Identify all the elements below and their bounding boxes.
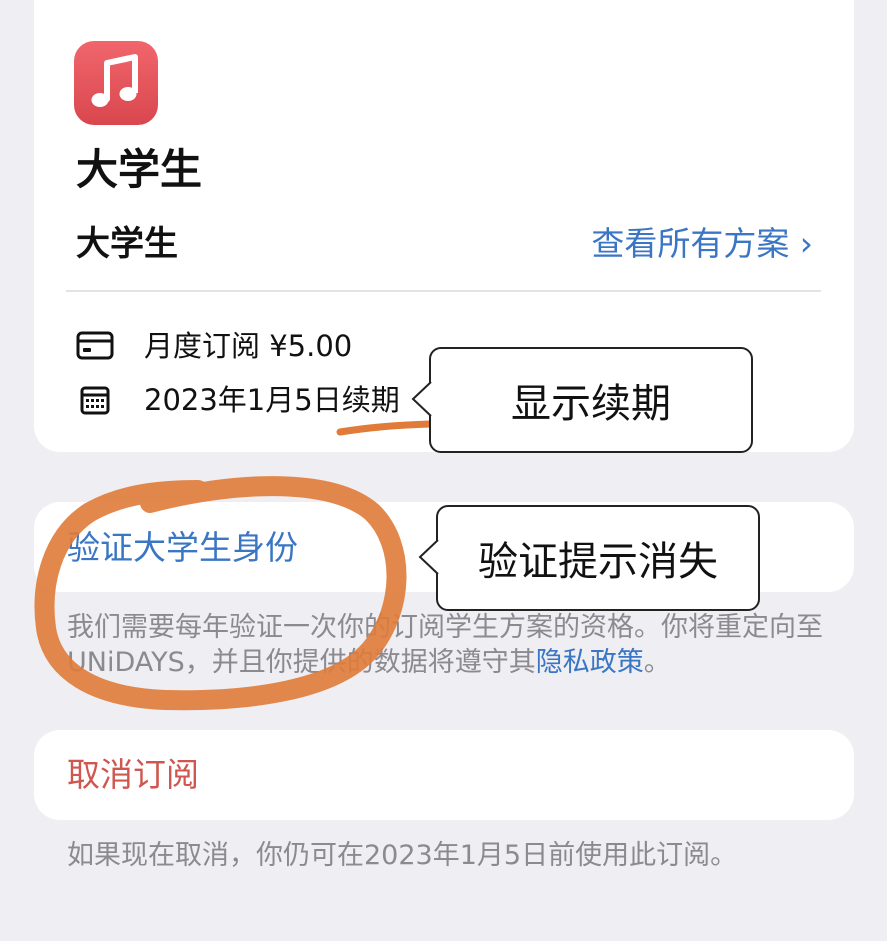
renewal-date: 2023年1月5日续期	[144, 383, 400, 417]
view-all-plans-link[interactable]: 查看所有方案 ›	[591, 222, 813, 266]
verify-footnote-line2: UNiDAYS，并且你提供的数据将遵守其隐私政策。	[67, 645, 671, 681]
verify-footnote-text: UNiDAYS，并且你提供的数据将遵守其	[67, 647, 536, 678]
billing-price: 月度订阅 ¥5.00	[144, 329, 353, 363]
renewal-callout: 显示续期	[429, 347, 753, 453]
calendar-icon	[80, 386, 110, 415]
music-note-icon	[91, 54, 138, 107]
cancel-subscription-button[interactable]: 取消订阅	[67, 753, 199, 797]
credit-card-icon	[76, 331, 114, 360]
apple-music-app-icon	[74, 41, 158, 125]
verify-footnote-end: 。	[643, 647, 671, 678]
renewal-callout-tail	[411, 381, 432, 417]
verify-callout-tail	[418, 539, 439, 575]
divider	[66, 290, 821, 292]
verify-student-button[interactable]: 验证大学生身份	[67, 526, 298, 570]
cancel-footnote: 如果现在取消，你仍可在2023年1月5日前使用此订阅。	[67, 840, 738, 871]
subscription-title: 大学生	[76, 145, 203, 194]
privacy-policy-link[interactable]: 隐私政策	[536, 647, 644, 678]
verify-footnote-line1: 我们需要每年验证一次你的订阅学生方案的资格。你将重定向至	[67, 612, 823, 643]
verify-callout: 验证提示消失	[436, 505, 760, 611]
plan-name: 大学生	[76, 224, 178, 264]
